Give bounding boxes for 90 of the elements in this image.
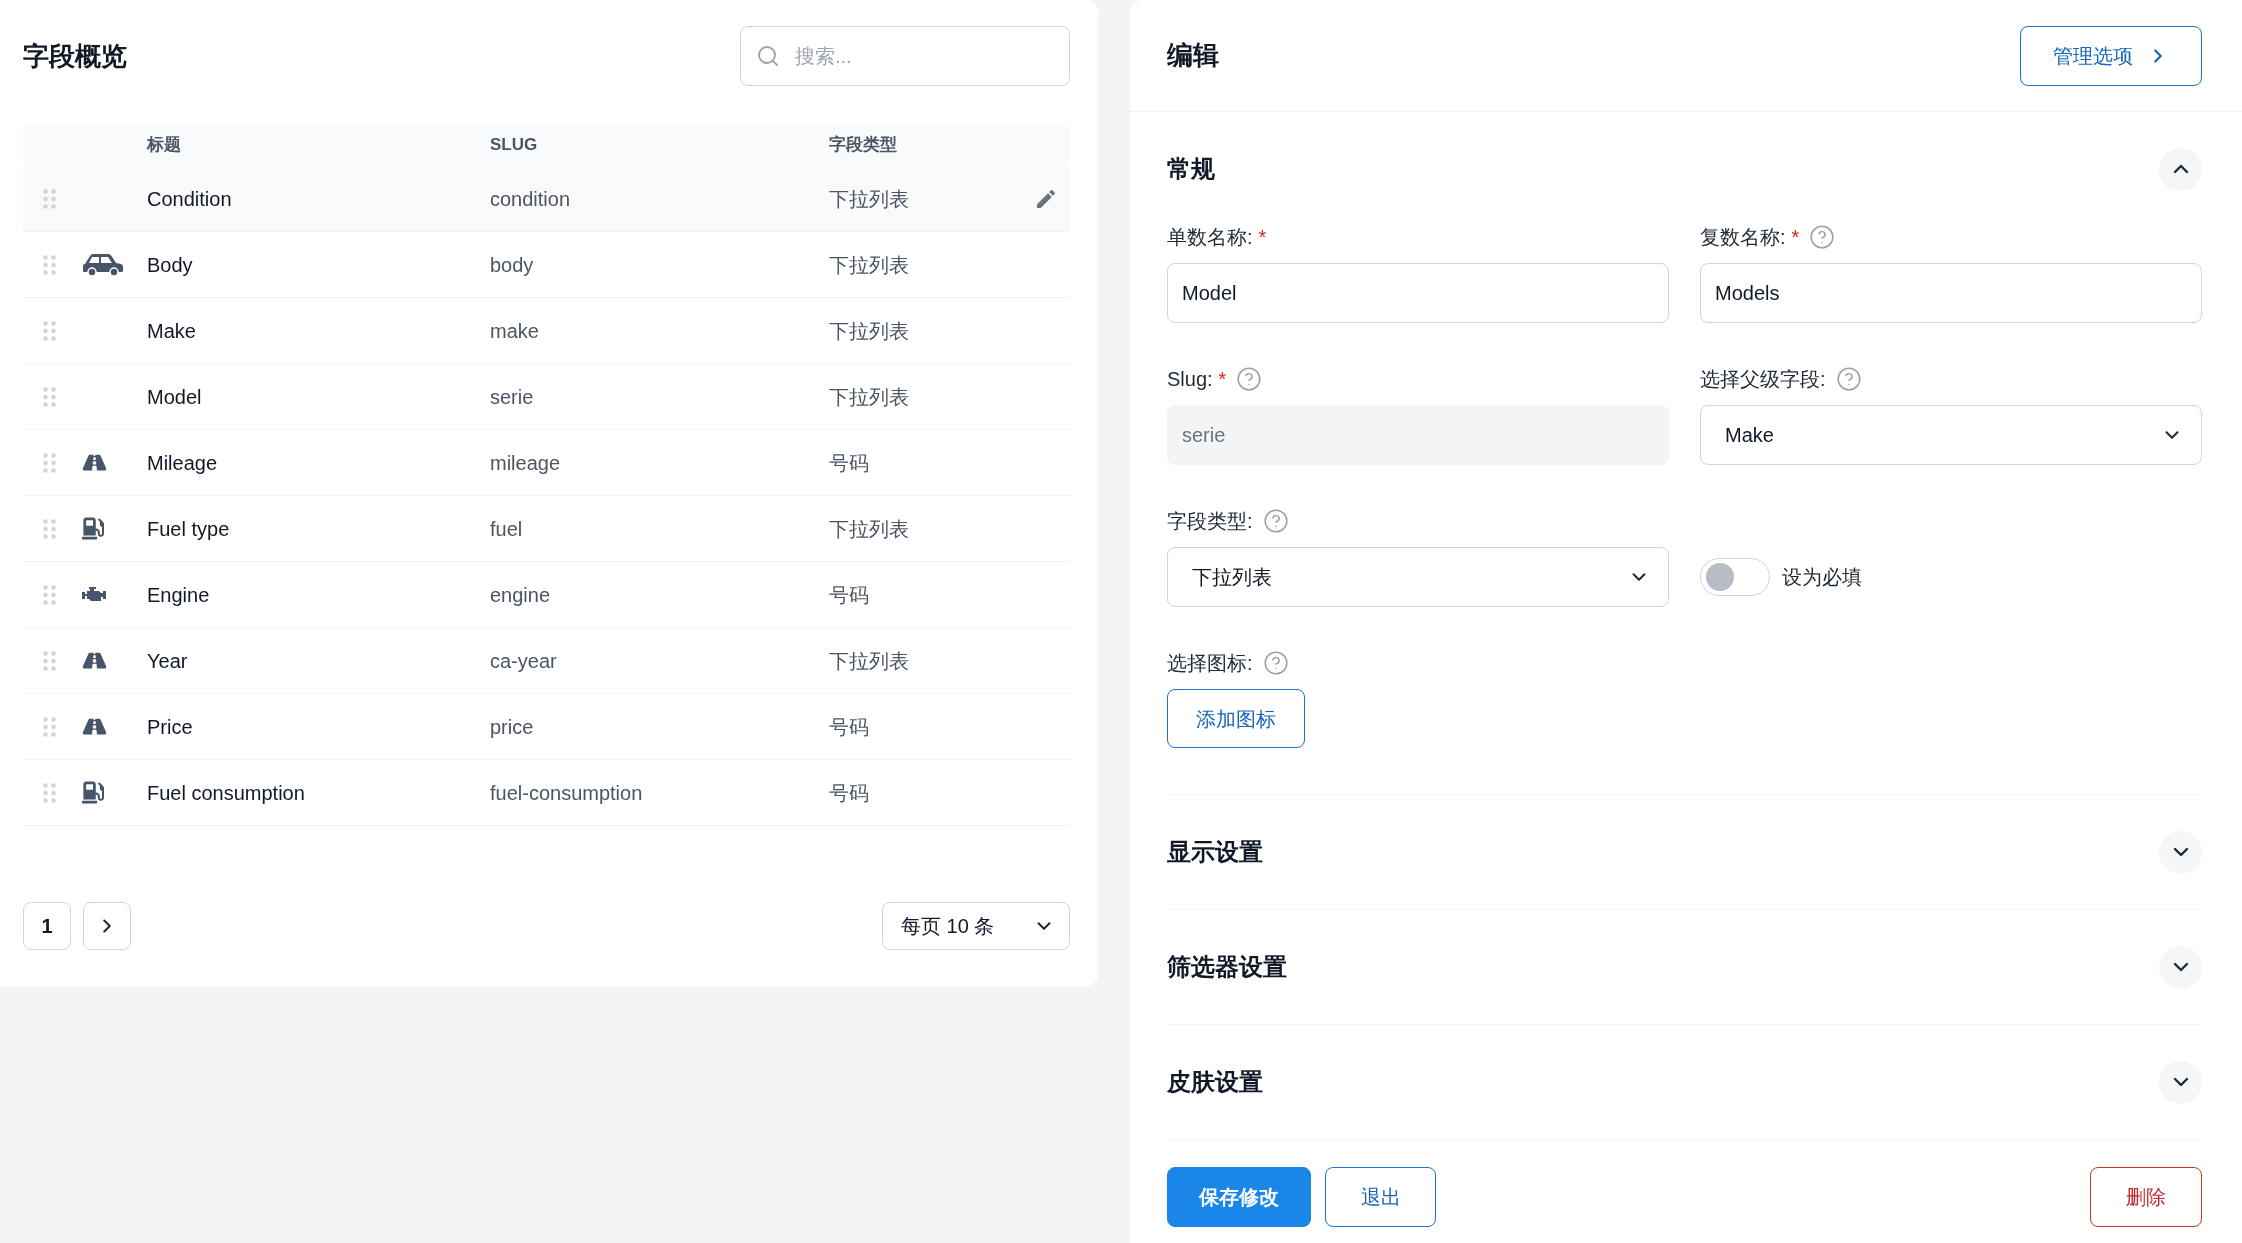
column-header: 字段类型 <box>829 134 897 157</box>
car-icon <box>82 252 124 277</box>
field-label: 选择图标: <box>1167 653 1253 673</box>
help-icon[interactable] <box>1262 650 1289 676</box>
table-cell-text: 下拉列表 <box>829 186 909 212</box>
road-icon <box>82 716 107 737</box>
text-field[interactable]: Model <box>1167 263 1669 323</box>
table-cell-text: Model <box>147 384 202 410</box>
manage-options-button[interactable]: 管理选项 <box>2020 25 2202 86</box>
expand-button[interactable] <box>2159 830 2202 874</box>
table-cell-text: Make <box>147 318 196 344</box>
help-icon[interactable] <box>1262 508 1289 534</box>
road-icon <box>82 650 107 671</box>
table-cell-text: serie <box>490 384 534 410</box>
table-cell-text: mileage <box>490 450 561 476</box>
add-icon-button[interactable]: 添加图标 <box>1167 689 1305 748</box>
table-cell-text: Year <box>147 648 188 674</box>
table-cell-text: condition <box>490 186 571 212</box>
select-field[interactable]: Make <box>1700 405 2202 465</box>
table-cell-text: Engine <box>147 582 210 608</box>
table-cell-text: 下拉列表 <box>829 384 909 410</box>
help-icon[interactable] <box>1809 224 1836 250</box>
table-cell-text: make <box>490 318 539 344</box>
table-cell-text: Price <box>147 714 193 740</box>
section-title: 显示设置 <box>1167 837 1263 867</box>
table-cell-text: Condition <box>147 186 232 212</box>
select-field[interactable]: 下拉列表 <box>1167 547 1669 607</box>
field-label: 单数名称: <box>1167 227 1253 247</box>
help-icon[interactable] <box>1835 366 1862 392</box>
table-cell-text: body <box>490 252 534 278</box>
table-cell-text: 号码 <box>829 450 869 476</box>
table-cell-text: 下拉列表 <box>829 516 909 542</box>
panel-title: 字段概览 <box>23 39 127 73</box>
field-label: 选择父级字段: <box>1700 369 1826 389</box>
drag-handle-icon[interactable] <box>43 452 56 473</box>
drag-handle-icon[interactable] <box>43 584 56 605</box>
toggle-switch[interactable] <box>1700 558 1770 596</box>
drag-handle-icon[interactable] <box>43 320 56 341</box>
drag-handle-icon[interactable] <box>43 782 56 803</box>
drag-handle-icon[interactable] <box>43 518 56 539</box>
table-cell-text: 下拉列表 <box>829 252 909 278</box>
required-mark: * <box>1258 227 1267 247</box>
text-field[interactable]: Models <box>1700 263 2202 323</box>
table-row[interactable]: Condition condition 下拉列表 <box>23 166 1070 232</box>
save-button[interactable]: 保存修改 <box>1167 1167 1311 1227</box>
table-cell-text: 号码 <box>829 714 869 740</box>
drag-handle-icon[interactable] <box>43 650 56 671</box>
section-title: 筛选器设置 <box>1167 952 1287 982</box>
engine-icon <box>82 586 107 603</box>
required-mark: * <box>1218 369 1227 389</box>
per-page-select[interactable]: 每页 10 条 <box>882 902 1070 950</box>
next-page-button[interactable] <box>83 902 131 950</box>
table-cell-text: price <box>490 714 534 740</box>
expand-button[interactable] <box>2159 1060 2202 1104</box>
toggle-label: 设为必填 <box>1782 565 1862 590</box>
table-cell-text: Fuel consumption <box>147 780 305 806</box>
required-mark: * <box>1791 227 1800 247</box>
drag-handle-icon[interactable] <box>43 716 56 737</box>
section-title: 皮肤设置 <box>1167 1067 1263 1097</box>
field-label: 字段类型: <box>1167 511 1253 531</box>
field-label: 复数名称: <box>1700 227 1786 247</box>
panel-title: 编辑 <box>1167 39 1219 72</box>
table-cell-text: 下拉列表 <box>829 318 909 344</box>
collapse-button[interactable] <box>2159 147 2202 191</box>
road-icon <box>82 452 107 473</box>
section-title: 常规 <box>1167 154 1215 184</box>
drag-handle-icon[interactable] <box>43 254 56 275</box>
fuel-pump-icon <box>82 781 104 804</box>
column-header: SLUG <box>490 134 538 157</box>
table-cell-text: fuel <box>490 516 523 542</box>
table-cell-text: Fuel type <box>147 516 230 542</box>
table-cell-text: fuel-consumption <box>490 780 643 806</box>
exit-button[interactable]: 退出 <box>1325 1167 1436 1227</box>
table-cell-text: ca-year <box>490 648 557 674</box>
table-cell-text: 下拉列表 <box>829 648 909 674</box>
page-button[interactable]: 1 <box>23 902 71 950</box>
expand-button[interactable] <box>2159 945 2202 989</box>
drag-handle-icon[interactable] <box>43 386 56 407</box>
field-label: Slug: <box>1167 369 1213 389</box>
delete-button[interactable]: 删除 <box>2090 1167 2202 1227</box>
column-header: 标题 <box>147 134 181 157</box>
search-field[interactable]: 搜索... <box>740 26 1070 86</box>
fuel-pump-icon <box>82 517 104 540</box>
search-icon <box>756 44 780 68</box>
drag-handle-icon[interactable] <box>43 188 56 209</box>
table-cell-text: 号码 <box>829 780 869 806</box>
table-cell-text: 号码 <box>829 582 869 608</box>
table-cell-text: engine <box>490 582 551 608</box>
table-cell-text: Mileage <box>147 450 218 476</box>
table-cell-text: Body <box>147 252 193 278</box>
